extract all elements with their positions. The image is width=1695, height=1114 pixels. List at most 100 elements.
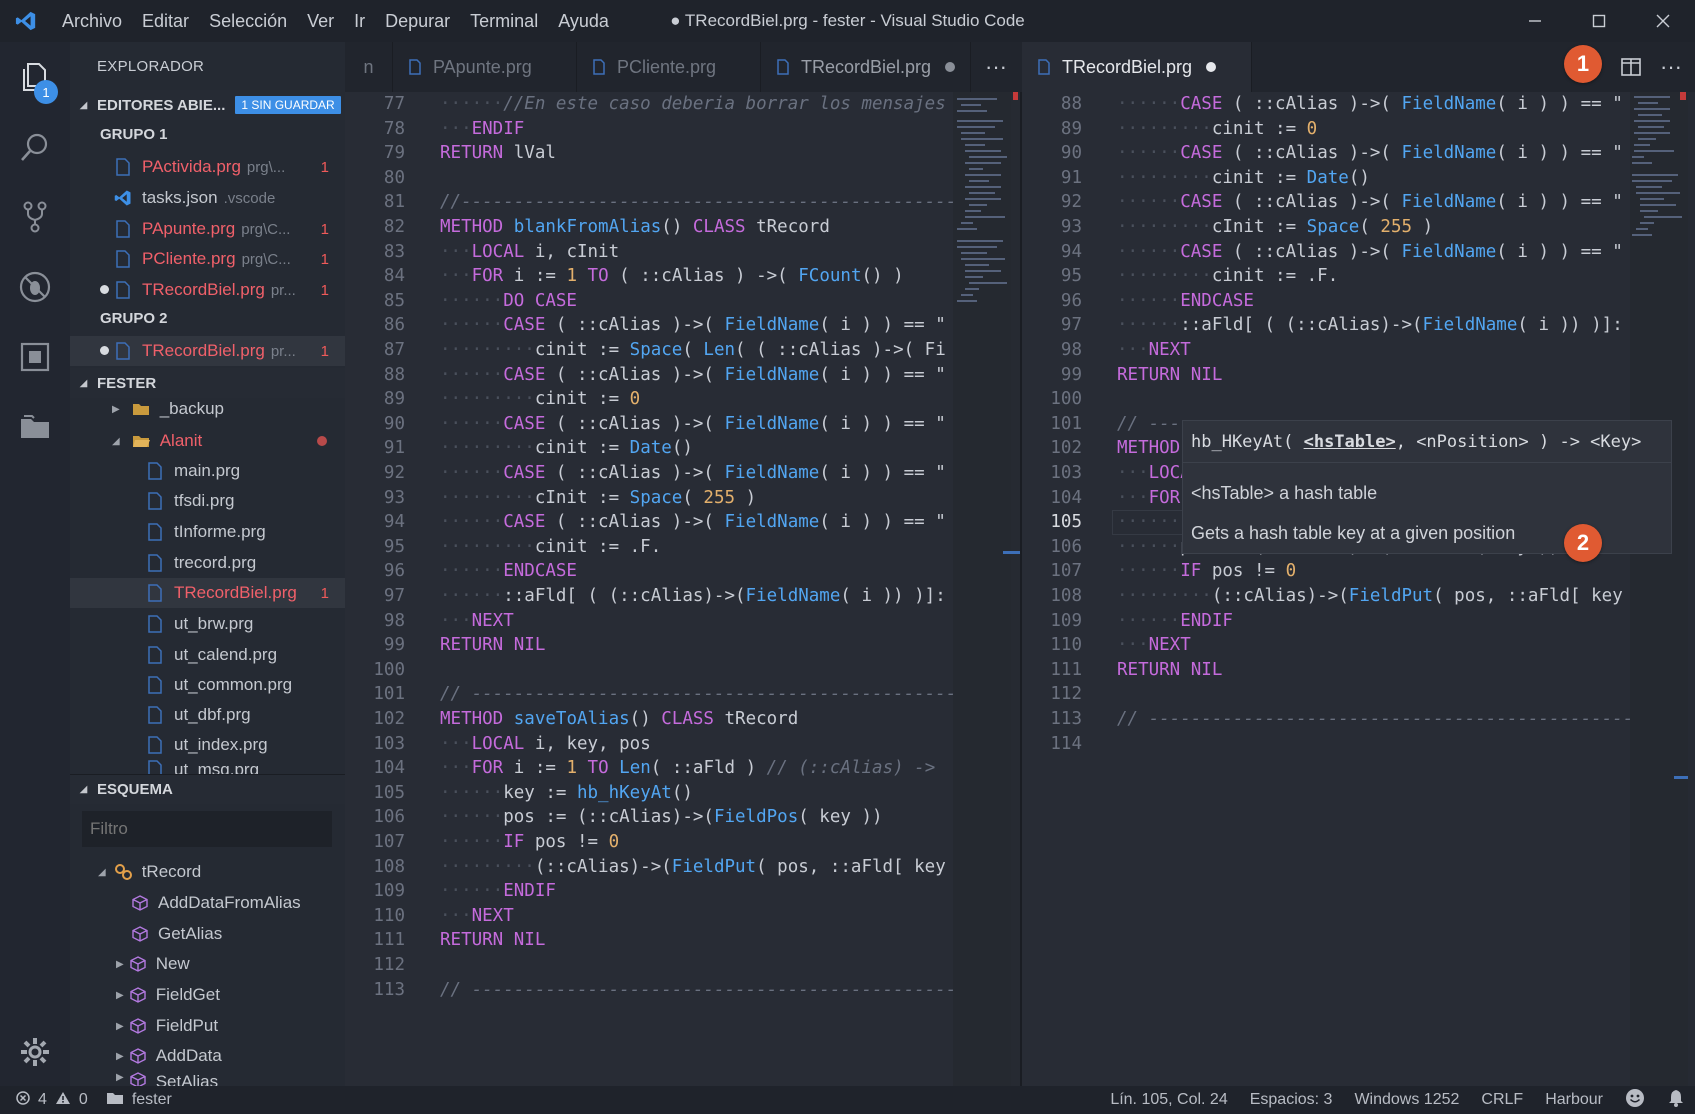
code-line[interactable]: // ---	[1117, 414, 1180, 434]
close-icon[interactable]	[1631, 0, 1695, 42]
open-editor-item[interactable]: PCliente.prg prg\C... 1	[70, 244, 345, 274]
outline-method-item[interactable]: ▶ New	[70, 949, 345, 979]
code-line[interactable]: ···FOR	[1117, 488, 1180, 508]
code-line[interactable]: METHOD	[1117, 438, 1180, 458]
tree-file-item[interactable]: ut_index.prg	[70, 730, 345, 760]
code-line[interactable]: ·········cinit := 0	[440, 389, 640, 409]
tree-file-item[interactable]: tfsdi.prg	[70, 486, 345, 516]
notifications-bell-icon[interactable]	[1667, 1088, 1685, 1113]
tree-folder-item[interactable]: ◢ Alanit	[70, 426, 345, 456]
code-line[interactable]: ···ENDIF	[440, 119, 524, 139]
tree-folder-item[interactable]: ▶ _backup	[70, 398, 345, 420]
workspace-folder[interactable]: fester	[132, 1091, 172, 1109]
code-line[interactable]: ·········cinit := .F.	[1117, 266, 1338, 286]
code-line[interactable]: ······key := hb_hKeyAt()	[440, 783, 693, 803]
code-line[interactable]: ·········cInit := Space( 255 )	[440, 488, 756, 508]
code-line[interactable]: ······CASE ( ::cAlias )->( FieldName( i …	[1117, 94, 1623, 114]
tab-trecordbiel-left[interactable]: TRecordBiel.prg	[761, 42, 971, 92]
minimap-right[interactable]	[1630, 92, 1688, 1086]
feedback-smiley-icon[interactable]	[1625, 1088, 1645, 1113]
menu-ir[interactable]: Ir	[344, 11, 375, 32]
tab-papunte[interactable]: PApunte.prg	[393, 42, 577, 92]
code-line[interactable]: RETURN lVal	[440, 143, 556, 163]
code-line[interactable]: ······CASE ( ::cAlias )->( FieldName( i …	[440, 463, 946, 483]
maximize-icon[interactable]	[1567, 0, 1631, 42]
tree-file-item[interactable]: ut_calend.prg	[70, 640, 345, 670]
indentation[interactable]: Espacios: 3	[1250, 1091, 1333, 1109]
code-line[interactable]: ·········cInit := Space( 255 )	[1117, 217, 1433, 237]
code-line[interactable]: RETURN NIL	[440, 635, 545, 655]
open-editors-header[interactable]: ◢ EDITORES ABIE... 1 SIN GUARDAR	[70, 90, 345, 120]
editor-pane-left[interactable]: 77 ······//En este caso deberia borrar lo…	[345, 92, 953, 1086]
code-line[interactable]: ······CASE ( ::cAlias )->( FieldName( i …	[440, 414, 946, 434]
menu-editar[interactable]: Editar	[132, 11, 199, 32]
search-icon[interactable]	[0, 112, 70, 182]
warnings-count[interactable]: 0	[79, 1091, 88, 1109]
code-line[interactable]: ·········cinit := Date()	[1117, 168, 1370, 188]
code-line[interactable]: ···NEXT	[440, 611, 514, 631]
outline-header[interactable]: ◢ ESQUEMA	[70, 774, 345, 804]
code-line[interactable]: ·········cinit := Date()	[440, 438, 693, 458]
debug-icon[interactable]	[0, 252, 70, 322]
open-editor-item[interactable]: PApunte.prg prg\C... 1	[70, 214, 345, 244]
tree-file-item[interactable]: main.prg	[70, 456, 345, 486]
tree-file-item[interactable]: TRecordBiel.prg 1	[70, 578, 345, 608]
code-line[interactable]: ······CASE ( ::cAlias )->( FieldName( i …	[440, 512, 946, 532]
code-line[interactable]: ·········cinit := .F.	[440, 537, 661, 557]
menu-ver[interactable]: Ver	[297, 11, 344, 32]
code-line[interactable]: ······IF pos != 0	[440, 832, 619, 852]
editor-pane-right[interactable]: 88 ······CASE ( ::cAlias )->( FieldName( …	[1022, 92, 1630, 1086]
code-line[interactable]: ···NEXT	[1117, 635, 1191, 655]
settings-gear-icon[interactable]	[0, 1017, 70, 1087]
code-line[interactable]: RETURN NIL	[440, 930, 545, 950]
code-line[interactable]: ·········cinit := Space( Len( ( ::cAlias…	[440, 340, 946, 360]
errors-count[interactable]: 4	[38, 1091, 47, 1109]
outline-method-item[interactable]: ▶ AddData	[70, 1041, 345, 1071]
code-line[interactable]: ······//En este caso deberia borrar los …	[440, 94, 946, 114]
more-actions-icon[interactable]: ···	[1651, 42, 1691, 92]
code-line[interactable]: ······CASE ( ::cAlias )->( FieldName( i …	[440, 315, 946, 335]
code-line[interactable]: ·········(::cAlias)->(FieldPut( pos, ::a…	[440, 857, 946, 877]
open-editor-item[interactable]: TRecordBiel.prg pr... 1	[70, 336, 345, 366]
minimap-left[interactable]	[953, 92, 1021, 1086]
code-line[interactable]: METHOD blankFromAlias() CLASS tRecord	[440, 217, 830, 237]
code-line[interactable]: ······DO CASE	[440, 291, 577, 311]
menu-terminal[interactable]: Terminal	[460, 11, 548, 32]
tab-truncated[interactable]: n	[345, 42, 393, 92]
outline-method-item[interactable]: GetAlias	[70, 919, 345, 949]
code-line[interactable]: ···LOCA	[1117, 463, 1191, 483]
tree-file-item[interactable]: ut_msg.prg	[70, 760, 345, 774]
outline-method-item[interactable]: ▶ FieldGet	[70, 980, 345, 1010]
open-editor-item[interactable]: tasks.json .vscode	[70, 183, 345, 213]
line-ending[interactable]: CRLF	[1481, 1091, 1523, 1109]
warnings-icon[interactable]	[55, 1091, 71, 1110]
explorer-icon[interactable]: 1	[0, 42, 70, 112]
code-line[interactable]: //--------------------------------------…	[440, 192, 953, 212]
tree-file-item[interactable]: ut_common.prg	[70, 670, 345, 700]
code-line[interactable]: ······::aFld[ ( (::cAlias)->(FieldName( …	[1117, 315, 1623, 335]
menu-depurar[interactable]: Depurar	[375, 11, 460, 32]
language-mode[interactable]: Harbour	[1545, 1091, 1603, 1109]
cursor-position[interactable]: Lín. 105, Col. 24	[1110, 1091, 1227, 1109]
code-line[interactable]: RETURN NIL	[1117, 365, 1222, 385]
source-control-icon[interactable]	[0, 182, 70, 252]
code-line[interactable]: ·········(::cAlias)->(FieldPut( pos, ::a…	[1117, 586, 1623, 606]
code-line[interactable]: ······ENDIF	[440, 881, 556, 901]
code-line[interactable]: ······pos := (::cAlias)->(FieldPos( key …	[440, 807, 883, 827]
more-actions-icon[interactable]: ···	[971, 42, 1021, 92]
errors-icon[interactable]	[16, 1090, 30, 1110]
code-line[interactable]: ···NEXT	[1117, 340, 1191, 360]
tab-trecordbiel-right[interactable]: TRecordBiel.prg	[1022, 42, 1252, 92]
outline-method-item[interactable]: ▶ FieldPut	[70, 1011, 345, 1041]
encoding[interactable]: Windows 1252	[1354, 1091, 1459, 1109]
outline-filter-input[interactable]	[82, 811, 332, 847]
code-line[interactable]: ···LOCAL i, cInit	[440, 242, 619, 262]
code-line[interactable]: ······CASE ( ::cAlias )->( FieldName( i …	[1117, 192, 1623, 212]
code-line[interactable]: ···LOCAL i, key, pos	[440, 734, 651, 754]
outline-method-item[interactable]: ▶ SetAlias	[70, 1072, 345, 1086]
code-line[interactable]: ·········cinit := 0	[1117, 119, 1317, 139]
folder-icon[interactable]	[0, 392, 70, 462]
tree-file-item[interactable]: tInforme.prg	[70, 517, 345, 547]
code-line[interactable]: ······ENDCASE	[1117, 291, 1254, 311]
menu-seleccion[interactable]: Selección	[199, 11, 297, 32]
